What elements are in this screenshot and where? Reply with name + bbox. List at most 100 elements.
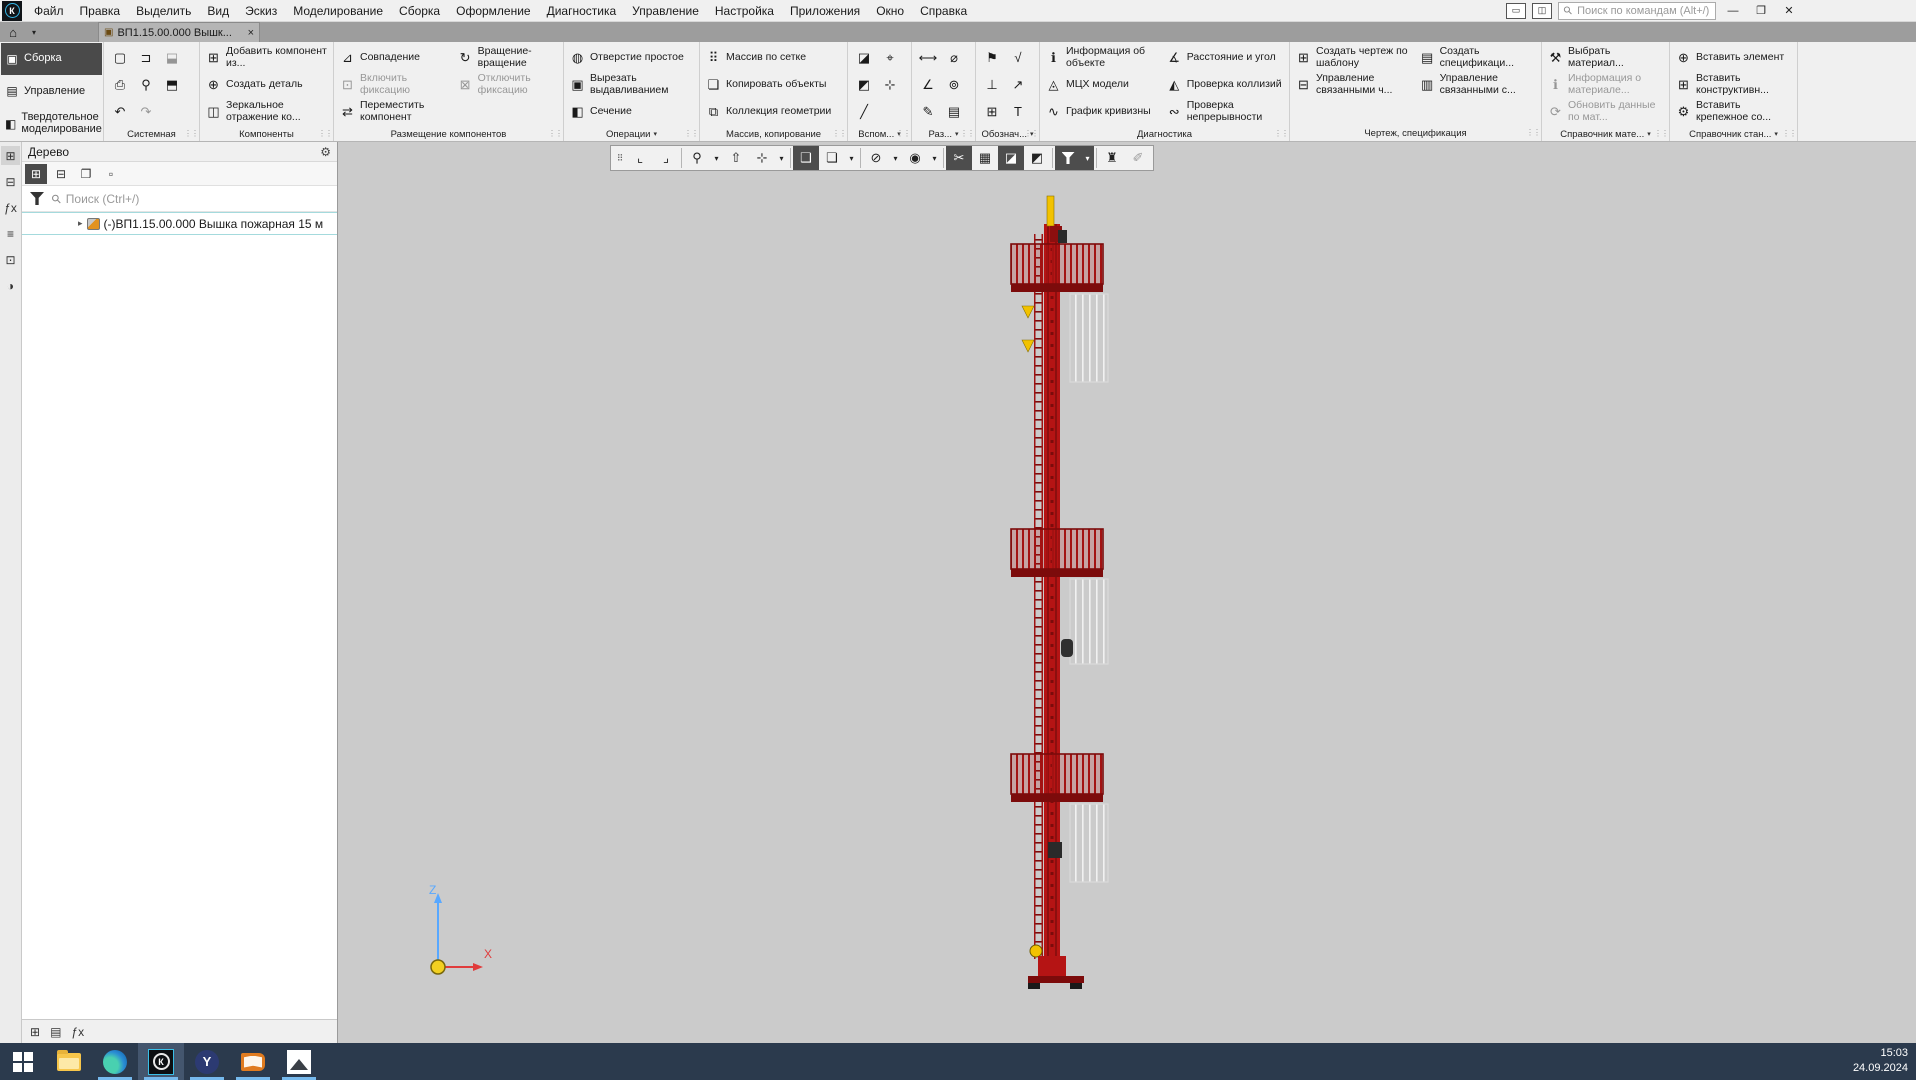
copy-objects[interactable]: ❏ Копировать объекты bbox=[703, 71, 833, 98]
cut-extrude[interactable]: ▣ Вырезать выдавливанием bbox=[567, 71, 696, 98]
app-logo-icon[interactable]: К bbox=[2, 0, 22, 21]
edit-dimension-icon[interactable]: ✎ bbox=[915, 98, 941, 125]
ribbon-set-assembly[interactable]: ▣ Сборка bbox=[1, 43, 102, 76]
coordinate-axes-icon[interactable]: ⊹ bbox=[749, 146, 775, 170]
local-cs-icon[interactable]: ⌖ bbox=[877, 44, 903, 71]
parameters-panel-icon[interactable]: ⊟ bbox=[1, 172, 20, 191]
start-button[interactable] bbox=[0, 1043, 46, 1080]
home-dropdown-icon[interactable]: ▾ bbox=[26, 22, 42, 42]
menu-item-1[interactable]: Файл bbox=[26, 2, 72, 20]
group-dropdown-icon[interactable]: ▾ bbox=[1647, 130, 1651, 138]
hide-objects-icon[interactable]: ⊘ bbox=[863, 146, 889, 170]
show-dropdown-icon[interactable]: ▾ bbox=[928, 146, 941, 170]
radial-dimension-icon[interactable]: ⊚ bbox=[941, 71, 967, 98]
command-search-input[interactable]: ⚲ Поиск по командам (Alt+/) bbox=[1558, 1, 1716, 20]
variables-panel-icon[interactable]: ƒx bbox=[1, 198, 20, 217]
tree-panel-icon[interactable]: ⊞ bbox=[1, 146, 20, 165]
choose-material[interactable]: ⚒ Выбрать материал... bbox=[1545, 44, 1666, 71]
group-dropdown-icon[interactable]: ▾ bbox=[955, 130, 959, 138]
tree-relations-view-icon[interactable]: ❐ bbox=[75, 164, 97, 184]
fire-tower-model[interactable] bbox=[998, 194, 1118, 994]
save-as-icon[interactable]: ⬒ bbox=[159, 71, 185, 98]
ribbon-set-management[interactable]: ▤ Управление bbox=[1, 75, 102, 107]
mirror-components[interactable]: ◫ Зеркальное отражение ко... bbox=[203, 98, 330, 125]
manage-linked-specs[interactable]: ▥ Управление связанными с... bbox=[1417, 71, 1538, 98]
tree-area-select-icon[interactable]: ▫ bbox=[100, 164, 122, 184]
appearance-panel-icon[interactable]: ◑ bbox=[1, 276, 20, 295]
angle-dimension-icon[interactable]: ∠ bbox=[915, 71, 941, 98]
group-grip-icon[interactable]: ⋮⋮ bbox=[684, 129, 699, 138]
create-specification[interactable]: ▤ Создать спецификаци... bbox=[1417, 44, 1538, 71]
print-icon[interactable]: ⎙ bbox=[107, 71, 133, 98]
menu-item-3[interactable]: Выделить bbox=[128, 2, 199, 20]
menu-item-13[interactable]: Окно bbox=[868, 2, 912, 20]
menu-item-9[interactable]: Диагностика bbox=[539, 2, 625, 20]
menu-item-4[interactable]: Вид bbox=[199, 2, 237, 20]
kompas-app-icon[interactable]: К bbox=[138, 1043, 184, 1080]
insert-constructive[interactable]: ⊞ Вставить конструктивн... bbox=[1673, 71, 1794, 98]
shaded-display-icon[interactable]: ❑ bbox=[793, 146, 819, 170]
document-tab[interactable]: ▣ ВП1.15.00.000 Вышк... × bbox=[98, 22, 260, 42]
group-grip-icon[interactable]: ⋮⋮ bbox=[1526, 128, 1541, 137]
datum-icon[interactable]: ⊥ bbox=[979, 71, 1005, 98]
tree-composition-view-icon[interactable]: ⊟ bbox=[50, 164, 72, 184]
tree-root-item[interactable]: ▸ (-)ВП1.15.00.000 Вышка пожарная 15 м bbox=[22, 212, 337, 235]
object-info[interactable]: ℹ Информация об объекте bbox=[1043, 44, 1162, 71]
rotation-rotation[interactable]: ↻ Вращение-вращение bbox=[455, 44, 560, 71]
menu-item-14[interactable]: Справка bbox=[912, 2, 975, 20]
group-grip-icon[interactable]: ⋮⋮ bbox=[184, 129, 199, 138]
mass-properties[interactable]: ◬ МЦХ модели bbox=[1043, 71, 1162, 98]
group-dropdown-icon[interactable]: ▾ bbox=[653, 130, 657, 138]
display-dropdown-icon[interactable]: ▾ bbox=[845, 146, 858, 170]
offset-plane-icon[interactable]: ◩ bbox=[851, 71, 877, 98]
construction-plane-icon[interactable]: ◪ bbox=[851, 44, 877, 71]
undo-icon[interactable]: ↶ bbox=[107, 98, 133, 125]
create-part[interactable]: ⊕ Создать деталь bbox=[203, 71, 330, 98]
footer-structure-icon[interactable]: ⊞ bbox=[30, 1025, 40, 1039]
tree-structure-view-icon[interactable]: ⊞ bbox=[25, 163, 47, 184]
filter-funnel-icon[interactable] bbox=[22, 192, 52, 205]
simple-hole[interactable]: ◍ Отверстие простое bbox=[567, 44, 696, 71]
lcs-list-icon[interactable]: ⌟ bbox=[653, 146, 679, 170]
curvature-graph[interactable]: ∿ График кривизны bbox=[1043, 98, 1162, 125]
orient-view-icon[interactable]: ⇧ bbox=[723, 146, 749, 170]
menu-item-5[interactable]: Эскиз bbox=[237, 2, 285, 20]
group-grip-icon[interactable]: ⋮⋮ bbox=[1274, 129, 1289, 138]
menu-item-7[interactable]: Сборка bbox=[391, 2, 448, 20]
context-tower-icon[interactable]: ♜ bbox=[1099, 146, 1125, 170]
diameter-dimension-icon[interactable]: ⌀ bbox=[941, 44, 967, 71]
group-grip-icon[interactable]: ⋮⋮ bbox=[318, 129, 333, 138]
zoom-dropdown-icon[interactable]: ▾ bbox=[710, 146, 723, 170]
orient-dropdown-icon[interactable]: ▾ bbox=[775, 146, 788, 170]
create-drawing-by-template[interactable]: ⊞ Создать чертеж по шаблону bbox=[1293, 44, 1415, 71]
menu-item-12[interactable]: Приложения bbox=[782, 2, 868, 20]
group-grip-icon[interactable]: ⋮⋮ bbox=[960, 129, 975, 138]
manage-linked-drawings[interactable]: ⊟ Управление связанными ч... bbox=[1293, 71, 1415, 98]
expander-icon[interactable]: ▸ bbox=[78, 218, 83, 229]
footer-variables-icon[interactable]: ƒx bbox=[71, 1025, 84, 1039]
print-preview-icon[interactable]: ⚲ bbox=[133, 71, 159, 98]
insert-element[interactable]: ⊕ Вставить элемент bbox=[1673, 44, 1794, 71]
group-grip-icon[interactable]: ⋮⋮ bbox=[896, 129, 911, 138]
collision-check[interactable]: ◭ Проверка коллизий bbox=[1164, 71, 1286, 98]
yandex-browser-icon[interactable]: Y bbox=[184, 1043, 230, 1080]
snap-icon[interactable]: ✂ bbox=[946, 146, 972, 170]
gear-icon[interactable]: ⚙ bbox=[320, 145, 331, 159]
move-component[interactable]: ⇄ Переместить компонент bbox=[337, 98, 453, 125]
layout-toggle-icon[interactable]: ▭ bbox=[1506, 2, 1526, 19]
menu-item-8[interactable]: Оформление bbox=[448, 2, 538, 20]
display-mode-icon[interactable]: ❏ bbox=[819, 146, 845, 170]
filter-icon[interactable] bbox=[1055, 146, 1081, 170]
dimension-table-icon[interactable]: ▤ bbox=[941, 98, 967, 125]
linear-dimension-icon[interactable]: ⟷ bbox=[915, 44, 941, 71]
region-select-icon[interactable]: ◩ bbox=[1024, 146, 1050, 170]
sketch-grid-icon[interactable]: ▦ bbox=[972, 146, 998, 170]
menu-item-11[interactable]: Настройка bbox=[707, 2, 782, 20]
leader-icon[interactable]: ↗ bbox=[1005, 71, 1031, 98]
toolbar-drag-handle[interactable]: ⠿ bbox=[613, 146, 627, 170]
main-menu-panel-icon[interactable]: ≡ bbox=[1, 224, 20, 243]
new-document-icon[interactable]: ▢ bbox=[107, 44, 133, 71]
group-grip-icon[interactable]: ⋮⋮ bbox=[1024, 129, 1039, 138]
group-grip-icon[interactable]: ⋮⋮ bbox=[548, 129, 563, 138]
distance-angle[interactable]: ∡ Расстояние и угол bbox=[1164, 44, 1286, 71]
